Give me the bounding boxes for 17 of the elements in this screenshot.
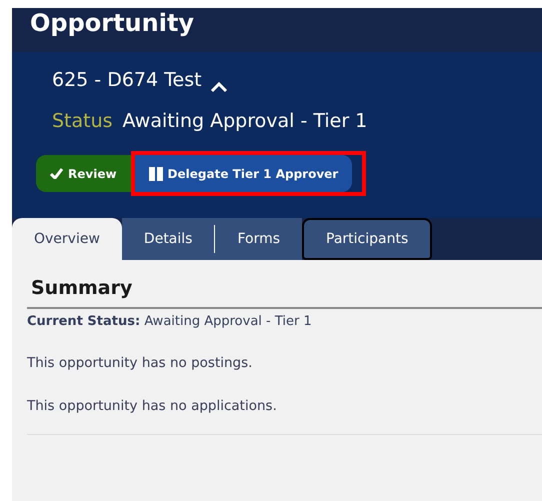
summary-text: This opportunity has no postings.	[27, 355, 252, 371]
tab[interactable]: Forms	[215, 218, 302, 260]
tab[interactable]: Participants	[302, 218, 432, 260]
columns-icon	[148, 166, 163, 180]
summary-heading: Summary	[31, 277, 132, 299]
delegate-button[interactable]: Delegate Tier 1 Approver	[134, 155, 352, 192]
record-name: 625 - D674 Test	[52, 68, 202, 93]
summary-text: This opportunity has no applications.	[27, 398, 277, 414]
check-icon	[50, 168, 63, 179]
chevron-up-icon[interactable]	[210, 80, 228, 92]
review-button[interactable]: Review	[36, 155, 131, 192]
page-title: Opportunity	[30, 8, 194, 39]
tab[interactable]: Details	[122, 218, 214, 260]
current-status: Current Status: Awaiting Approval - Tier 1	[27, 312, 312, 330]
status-value: Awaiting Approval - Tier 1	[122, 108, 368, 134]
tab[interactable]: Overview	[12, 218, 122, 260]
status-label: Status	[52, 108, 113, 134]
